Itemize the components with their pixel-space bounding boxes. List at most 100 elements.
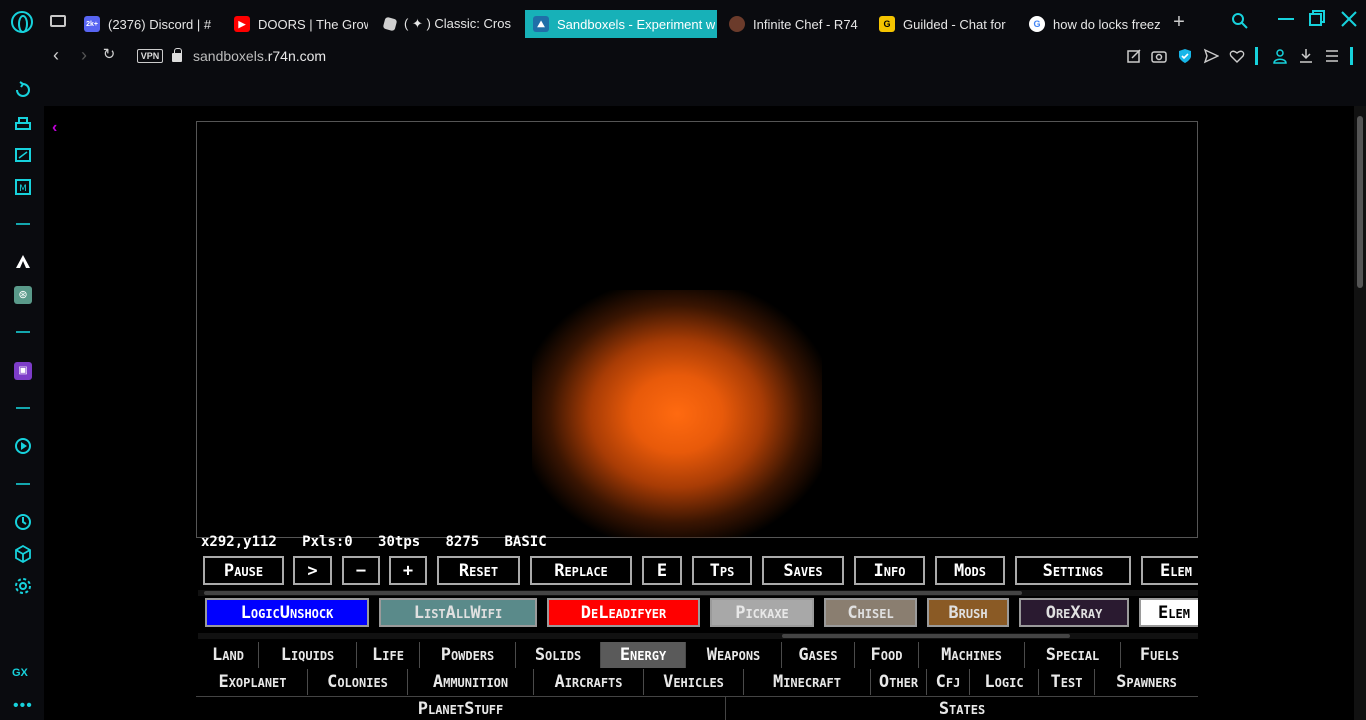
category-weapons[interactable]: Weapons <box>686 642 782 668</box>
send-icon[interactable] <box>1203 48 1219 64</box>
vpn-badge[interactable]: VPN <box>137 49 163 63</box>
step-button[interactable]: > <box>293 556 332 585</box>
category-special[interactable]: Special <box>1025 642 1121 668</box>
back-icon[interactable]: ‹ <box>48 46 64 64</box>
category-powders[interactable]: Powders <box>420 642 516 668</box>
aria-icon[interactable] <box>14 253 32 271</box>
brush-button[interactable]: Brush <box>927 598 1009 627</box>
opera-gx-logo-icon[interactable] <box>11 11 33 33</box>
size-decrease-button[interactable]: − <box>342 556 380 585</box>
gx-corner-icon[interactable] <box>14 114 32 132</box>
tab-discord[interactable]: 2k+ (2376) Discord | # <box>76 10 218 38</box>
mod-row-scrollbar[interactable] <box>198 633 1198 639</box>
ore-xray-button[interactable]: OreXray <box>1019 598 1129 627</box>
gx-control-icon[interactable] <box>14 81 32 99</box>
category-solids[interactable]: Solids <box>516 642 601 668</box>
category-exoplanet[interactable]: Exoplanet <box>198 669 308 695</box>
pickaxe-button[interactable]: Pickaxe <box>710 598 814 627</box>
logic-unshock-button[interactable]: LogicUnshock <box>205 598 369 627</box>
close-icon[interactable] <box>1338 8 1360 30</box>
history-icon[interactable] <box>14 513 32 531</box>
replace-button[interactable]: Replace <box>530 556 632 585</box>
chisel-button[interactable]: Chisel <box>824 598 917 627</box>
tab-states[interactable]: States <box>727 697 1197 720</box>
category-machines[interactable]: Machines <box>919 642 1025 668</box>
category-logic[interactable]: Logic <box>970 669 1039 695</box>
category-fuels[interactable]: Fuels <box>1121 642 1198 668</box>
elem-tool-button[interactable]: Elem <box>1139 598 1198 627</box>
category-gases[interactable]: Gases <box>782 642 855 668</box>
settings-gear-icon[interactable] <box>14 577 32 595</box>
lock-icon[interactable] <box>172 48 182 62</box>
reload-icon[interactable]: ↻ <box>101 47 117 63</box>
forward-icon[interactable]: › <box>76 46 92 64</box>
cursor-coords: x292,y112 <box>201 534 277 550</box>
minimize-icon[interactable] <box>1275 8 1297 30</box>
toolbar-scrollbar-thumb[interactable] <box>204 591 1022 595</box>
twitch-icon[interactable]: ▣ <box>14 362 32 380</box>
edit-icon[interactable] <box>1126 48 1142 64</box>
category-ammunition[interactable]: Ammunition <box>408 669 534 695</box>
category-cfj[interactable]: Cfj <box>927 669 970 695</box>
category-colonies[interactable]: Colonies <box>308 669 408 695</box>
saves-button[interactable]: Saves <box>762 556 844 585</box>
category-life[interactable]: Life <box>357 642 420 668</box>
category-food[interactable]: Food <box>855 642 919 668</box>
settings-button[interactable]: Settings <box>1015 556 1131 585</box>
reset-button[interactable]: Reset <box>437 556 520 585</box>
page-scrollbar[interactable] <box>1354 106 1366 720</box>
category-land[interactable]: Land <box>198 642 259 668</box>
tps-button[interactable]: Tps <box>692 556 752 585</box>
game-stats: x292,y112 Pxls:0 30tps 8275 BASIC <box>201 534 547 552</box>
category-test[interactable]: Test <box>1039 669 1095 695</box>
heart-icon[interactable] <box>1229 48 1245 64</box>
new-tab-icon[interactable]: + <box>1170 12 1188 34</box>
tab-guilded[interactable]: G Guilded - Chat for <box>871 10 1013 38</box>
tab-title: ( ✦ ) Classic: Cros <box>404 16 511 31</box>
info-button[interactable]: Info <box>854 556 925 585</box>
maximize-icon[interactable] <box>1306 8 1328 30</box>
messenger-icon[interactable]: M <box>14 178 32 196</box>
tab-search-icon[interactable] <box>1231 12 1249 30</box>
mod-row-scrollbar-thumb[interactable] <box>782 634 1070 638</box>
tab-manager-icon[interactable] <box>50 15 66 27</box>
tab-roblox[interactable]: ( ✦ ) Classic: Cros <box>376 10 516 38</box>
tab-bar: 2k+ (2376) Discord | # ▶ DOORS | The Gro… <box>0 0 1366 42</box>
category-aircrafts[interactable]: Aircrafts <box>534 669 644 695</box>
mods-button[interactable]: Mods <box>935 556 1005 585</box>
tab-youtube[interactable]: ▶ DOORS | The Grow <box>226 10 368 38</box>
elem-button[interactable]: Elem <box>1141 556 1198 585</box>
tab-title: Guilded - Chat for <box>903 16 1006 32</box>
tab-infinite-chef[interactable]: Infinite Chef - R74 <box>721 10 863 38</box>
list-all-wifi-button[interactable]: ListAllWifi <box>379 598 537 627</box>
tab-google[interactable]: G how do locks freez <box>1021 10 1163 38</box>
gx-label[interactable]: GX <box>12 667 28 679</box>
back-arrow-icon[interactable]: ‹ <box>52 119 57 137</box>
url-field[interactable]: sandboxels.r74n.com <box>193 48 326 64</box>
download-icon[interactable] <box>1298 48 1314 64</box>
shield-icon[interactable] <box>1177 48 1193 64</box>
category-liquids[interactable]: Liquids <box>259 642 357 668</box>
profile-icon[interactable] <box>1272 48 1288 64</box>
tab-sandboxels[interactable]: ⛰ Sandboxels - Experiment w <box>525 10 717 38</box>
more-icon[interactable]: ••• <box>13 697 33 715</box>
deleadifyer-button[interactable]: DeLeadifyer <box>547 598 700 627</box>
camera-icon[interactable] <box>1151 48 1167 64</box>
news-icon[interactable] <box>14 146 32 164</box>
page-scrollbar-thumb[interactable] <box>1357 116 1363 288</box>
pause-button[interactable]: Pause <box>203 556 284 585</box>
category-minecraft[interactable]: Minecraft <box>744 669 871 695</box>
toolbar-scrollbar[interactable] <box>198 590 1198 596</box>
category-vehicles[interactable]: Vehicles <box>644 669 744 695</box>
easy-setup-icon[interactable] <box>1324 48 1340 64</box>
e-button[interactable]: E <box>642 556 682 585</box>
size-increase-button[interactable]: + <box>389 556 427 585</box>
category-spawners[interactable]: Spawners <box>1095 669 1198 695</box>
control-toolbar: Pause > − + Reset Replace E Tps Saves In… <box>200 556 1198 586</box>
category-other[interactable]: Other <box>871 669 927 695</box>
player-icon[interactable] <box>14 437 32 455</box>
extensions-cube-icon[interactable] <box>14 545 32 563</box>
chatgpt-icon[interactable]: ⊛ <box>14 286 32 304</box>
tab-planetstuff[interactable]: PlanetStuff <box>196 697 726 720</box>
category-energy[interactable]: Energy <box>601 642 686 668</box>
